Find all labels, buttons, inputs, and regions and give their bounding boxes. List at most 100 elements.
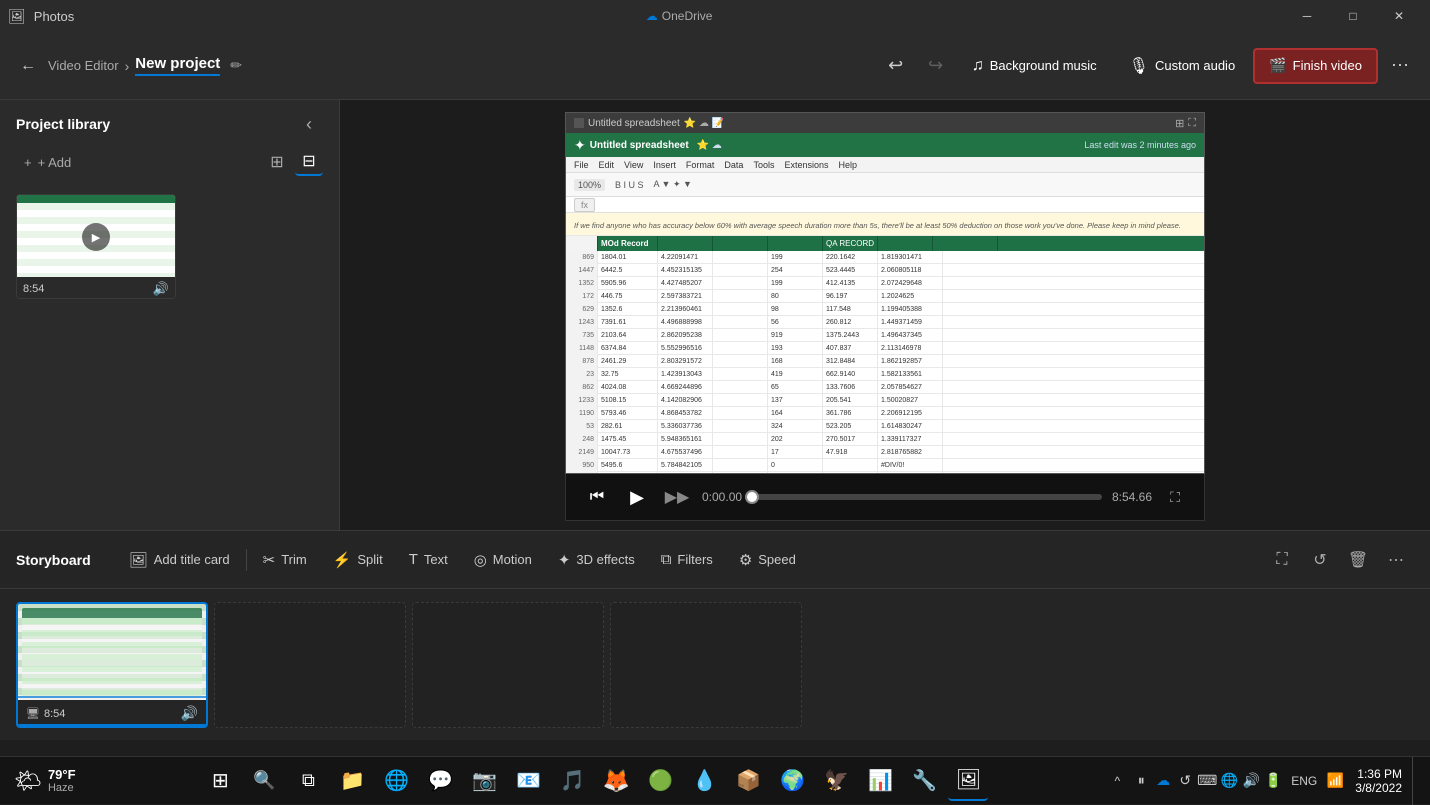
taskbar-app-7[interactable]: 🦊: [596, 761, 636, 801]
tray-overflow-button[interactable]: ^: [1105, 761, 1129, 801]
fullscreen-button[interactable]: ⛶: [1162, 484, 1188, 510]
back-button[interactable]: ←: [12, 50, 44, 82]
undo-button[interactable]: ↩: [878, 48, 914, 84]
delete-button[interactable]: 🗑: [1340, 542, 1376, 578]
taskbar-app-2[interactable]: 🌐: [376, 761, 416, 801]
lang-indicator[interactable]: ENG: [1285, 761, 1323, 801]
menu-help[interactable]: Help: [838, 160, 857, 170]
start-button[interactable]: ⊞: [200, 761, 240, 801]
taskbar-app-10[interactable]: 📦: [728, 761, 768, 801]
close-button[interactable]: ✕: [1376, 0, 1422, 32]
filters-button[interactable]: ⧉ Filters: [649, 542, 725, 578]
taskbar-app-14[interactable]: 🔧: [904, 761, 944, 801]
add-media-button[interactable]: + + Add: [16, 151, 79, 174]
spreadsheet-title: Untitled spreadsheet: [590, 140, 689, 151]
background-music-button[interactable]: ♫ Background music: [958, 48, 1111, 84]
taskview-button[interactable]: ⧉: [288, 761, 328, 801]
menu-insert[interactable]: Insert: [653, 160, 676, 170]
plus-icon: +: [24, 155, 32, 170]
taskbar: 🌤 79°F Haze ⊞ 🔍 ⧉ 📁 🌐 💬 📷 📧 🎵 🦊 🟢 💧 📦 🌍 …: [0, 756, 1430, 804]
preview-grid-icon[interactable]: ⊞: [1175, 117, 1184, 130]
taskbar-app-5[interactable]: 📧: [508, 761, 548, 801]
app-name-label: Video Editor: [48, 58, 119, 73]
audio-indicator: 🔊: [153, 281, 169, 297]
text-button[interactable]: T Text: [397, 542, 460, 578]
video-duration: 8:54: [23, 283, 44, 295]
split-icon: ⚡: [333, 551, 352, 569]
weather-icon: 🌤: [14, 768, 42, 794]
split-button[interactable]: ⚡ Split: [321, 542, 395, 578]
menu-file[interactable]: File: [574, 160, 589, 170]
tray-battery-icon[interactable]: 🔋: [1263, 761, 1283, 801]
minimize-button[interactable]: ─: [1284, 0, 1330, 32]
collapse-panel-button[interactable]: ‹: [295, 110, 323, 138]
tray-refresh-icon[interactable]: ↺: [1175, 761, 1195, 801]
taskbar-app-9[interactable]: 💧: [684, 761, 724, 801]
skip-button[interactable]: ▶▶: [662, 482, 692, 512]
motion-button[interactable]: ◎ Motion: [462, 542, 544, 578]
redo-button[interactable]: ↪: [918, 48, 954, 84]
total-time: 8:54.66: [1112, 490, 1152, 504]
rotate-button[interactable]: ↺: [1302, 542, 1338, 578]
finish-video-icon: 🎬: [1269, 57, 1286, 74]
timeline-clip[interactable]: 🖥 8:54 🔊: [16, 602, 208, 728]
clip-screen-icon: 🖥: [26, 707, 40, 720]
trim-button[interactable]: ✂ Trim: [251, 542, 319, 578]
maximize-button[interactable]: □: [1330, 0, 1376, 32]
text-icon: T: [409, 551, 418, 568]
clip-duration: 8:54: [44, 708, 65, 720]
search-button[interactable]: 🔍: [244, 761, 284, 801]
more-options-button[interactable]: ⋯: [1382, 48, 1418, 84]
taskbar-app-1[interactable]: 📁: [332, 761, 372, 801]
taskbar-app-8[interactable]: 🟢: [640, 761, 680, 801]
taskbar-app-photos[interactable]: 🖼: [948, 761, 988, 801]
taskbar-app-3[interactable]: 💬: [420, 761, 460, 801]
speed-button[interactable]: ⚙ Speed: [727, 542, 808, 578]
play-button[interactable]: ▶: [622, 482, 652, 512]
rewind-button[interactable]: ⏮: [582, 482, 612, 512]
tray-keyboard-icon[interactable]: ⌨: [1197, 761, 1217, 801]
grid-view-button[interactable]: ⊞: [263, 148, 291, 176]
notice-text: If we find anyone who has accuracy below…: [574, 221, 1181, 230]
storyboard-more-button[interactable]: ⋯: [1378, 542, 1414, 578]
menu-extensions[interactable]: Extensions: [784, 160, 828, 170]
effects-3d-button[interactable]: ✦ 3D effects: [546, 542, 647, 578]
menu-view[interactable]: View: [624, 160, 643, 170]
taskbar-app-11[interactable]: 🌍: [772, 761, 812, 801]
tray-network-icon[interactable]: 🌐: [1219, 761, 1239, 801]
resize-button[interactable]: ⛶: [1264, 542, 1300, 578]
taskbar-clock[interactable]: 1:36 PM 3/8/2022: [1347, 767, 1410, 795]
preview-aspect-icon[interactable]: ⛶: [1188, 117, 1196, 130]
list-view-button[interactable]: ⊟: [295, 148, 323, 176]
tray-volume-icon[interactable]: 🔊: [1241, 761, 1261, 801]
filters-icon: ⧉: [661, 551, 672, 568]
last-edit-label: Last edit was 2 minutes ago: [1084, 140, 1196, 150]
taskbar-app-12[interactable]: 🦅: [816, 761, 856, 801]
show-desktop-button[interactable]: [1412, 757, 1424, 805]
taskbar-app-13[interactable]: 📊: [860, 761, 900, 801]
weather-widget[interactable]: 🌤 79°F Haze: [6, 757, 84, 805]
tray-onedrive-icon[interactable]: ☁: [1153, 761, 1173, 801]
finish-video-button[interactable]: 🎬 Finish video: [1253, 48, 1378, 84]
menu-data[interactable]: Data: [724, 160, 743, 170]
menu-edit[interactable]: Edit: [599, 160, 615, 170]
progress-bar[interactable]: [752, 494, 1102, 500]
tray-pause-icon: ⏸: [1131, 761, 1151, 801]
play-overlay[interactable]: ▶: [82, 223, 110, 251]
video-thumbnail[interactable]: ▶ 8:54 🔊: [16, 194, 176, 299]
empty-slot-3: [610, 602, 802, 728]
motion-icon: ◎: [474, 551, 487, 569]
wifi-icon[interactable]: 📶: [1325, 761, 1345, 801]
add-title-card-button[interactable]: 🖼 Add title card: [117, 542, 242, 578]
taskbar-app-4[interactable]: 📷: [464, 761, 504, 801]
clock-time: 1:36 PM: [1357, 767, 1402, 781]
taskbar-app-6[interactable]: 🎵: [552, 761, 592, 801]
timeline: 🖥 8:54 🔊: [0, 589, 1430, 740]
edit-project-name-button[interactable]: ✏: [230, 57, 242, 74]
menu-format[interactable]: Format: [686, 160, 715, 170]
preview-window: Untitled spreadsheet ⭐ ☁ 📝 ⊞ ⛶ ✦ Untitle…: [565, 112, 1205, 474]
custom-audio-button[interactable]: 🎙 Custom audio: [1115, 48, 1250, 84]
menu-tools[interactable]: Tools: [753, 160, 774, 170]
photos-icon: 🖼: [8, 8, 26, 25]
effects-3d-icon: ✦: [558, 551, 571, 569]
